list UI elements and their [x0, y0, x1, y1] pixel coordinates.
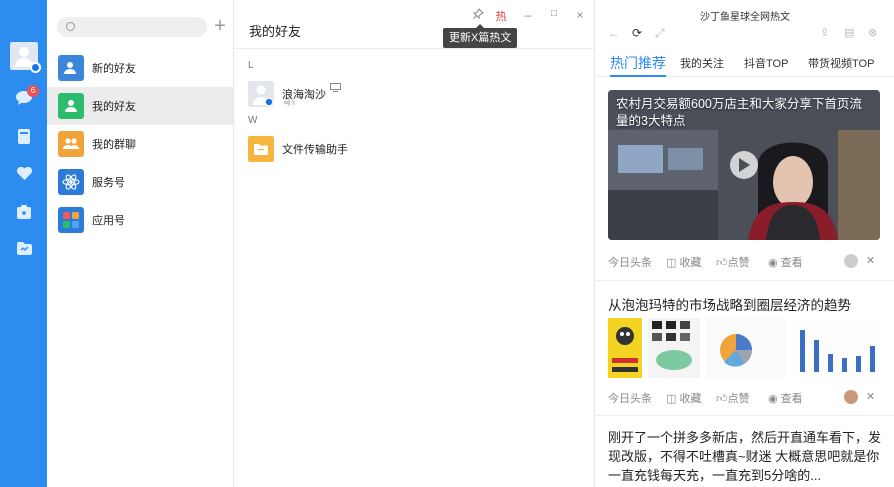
nav-item-label: 服务号	[92, 177, 125, 189]
speaker-icon	[284, 96, 296, 110]
add-contact-button[interactable]: +	[211, 13, 229, 39]
thumbs-up-icon: 👍︎	[716, 257, 728, 269]
expand-icon[interactable]: ⤢	[655, 26, 665, 41]
search-input[interactable]	[57, 17, 207, 37]
article-thumbnails	[608, 318, 880, 378]
page-title: 我的好友	[249, 24, 302, 39]
tab-douyin-top[interactable]: 抖音TOP	[744, 55, 788, 71]
dismiss-icon[interactable]: ✕	[866, 254, 875, 267]
tab-hot[interactable]: 热门推荐	[610, 53, 666, 77]
like-button[interactable]: 👍︎点赞	[716, 390, 750, 406]
eye-icon: ◉	[768, 257, 778, 269]
article-card[interactable]: 农村月交易额600万店主和大家分享下首页流量的3大特点	[608, 90, 880, 240]
close-button[interactable]: ×	[572, 8, 588, 22]
back-icon[interactable]: ←	[608, 26, 620, 40]
article-actions: 今日头条 ◫ 收藏 👍︎点赞 ◉ 查看 ✕	[608, 388, 882, 406]
camera-icon: ◫	[666, 393, 677, 405]
tooltip: 更新X篇热文	[443, 24, 518, 48]
group-icon	[58, 131, 84, 157]
close-circle-icon[interactable]: ⊗	[868, 26, 877, 39]
author-avatar	[844, 390, 858, 404]
news-tabs: 热门推荐 我的关注 抖音TOP 带货视频TOP	[596, 53, 894, 77]
nav-item-app-accounts[interactable]: 应用号	[47, 201, 233, 239]
article-headline: 农村月交易额600万店主和大家分享下首页流量的3大特点	[616, 97, 862, 128]
collect-button[interactable]: ◫ 收藏	[666, 390, 701, 406]
maximize-button[interactable]: □	[546, 8, 562, 19]
contacts-book-icon[interactable]	[16, 128, 32, 144]
nav-item-label: 新的好友	[92, 63, 136, 75]
index-letter: W	[248, 115, 258, 126]
user-icon	[58, 93, 84, 119]
contact-name: 文件传输助手	[282, 144, 348, 156]
author-avatar	[844, 254, 858, 268]
tab-video-top[interactable]: 带货视频TOP	[808, 55, 874, 71]
nav-item-label: 我的好友	[92, 101, 136, 113]
search-icon	[66, 22, 75, 31]
nav-item-my-groups[interactable]: 我的群聊	[47, 125, 233, 163]
divider	[596, 280, 894, 281]
apps-grid-icon	[58, 207, 84, 233]
browser-icon	[30, 62, 41, 73]
camera-icon: ◫	[666, 257, 677, 269]
nav-item-new-friends[interactable]: 新的好友	[47, 49, 233, 87]
news-panel: 沙丁鱼星球全网热文 ← ⟳ ⤢ ⇪ ▤ ⊗ 热门推荐 我的关注 抖音TOP 带货…	[596, 0, 894, 487]
user-avatar[interactable]	[10, 42, 41, 73]
unread-badge: 6	[27, 85, 39, 97]
monitor-icon	[330, 81, 341, 95]
eye-icon: ◉	[768, 393, 778, 405]
article-source: 今日头条	[608, 393, 652, 405]
share-icon[interactable]: ⇪	[820, 26, 829, 39]
contact-row[interactable]: 文件传输助手	[248, 135, 348, 163]
view-button[interactable]: ◉ 查看	[768, 390, 803, 406]
minimize-button[interactable]: –	[520, 8, 536, 22]
contact-avatar	[248, 81, 274, 107]
article-actions: 今日头条 ◫ 收藏 👍︎点赞 ◉ 查看 ✕	[608, 252, 882, 270]
left-rail: 6	[0, 0, 47, 487]
nav-item-label: 我的群聊	[92, 139, 136, 151]
nav-item-label: 应用号	[92, 215, 125, 227]
nav-item-service-accounts[interactable]: 服务号	[47, 163, 233, 201]
divider	[234, 48, 595, 49]
refresh-icon[interactable]: ⟳	[632, 26, 642, 40]
thumbs-up-icon: 👍︎	[716, 393, 728, 405]
nav-item-my-friends[interactable]: 我的好友	[47, 87, 233, 125]
hot-articles-button[interactable]: 热	[493, 8, 509, 24]
friends-panel: 我的好友 热 – □ × 更新X篇热文 L 浪海淘沙 W 文件传输助手	[234, 0, 595, 487]
article-headline[interactable]: 从泡泡玛特的市场战略到圈层经济的趋势	[608, 294, 851, 314]
atom-icon	[58, 169, 84, 195]
like-button[interactable]: 👍︎点赞	[716, 254, 750, 270]
panel-title: 沙丁鱼星球全网热文	[700, 12, 790, 23]
collect-button[interactable]: ◫ 收藏	[666, 254, 701, 270]
divider	[596, 415, 894, 416]
message-icon[interactable]: ▤	[844, 26, 854, 39]
index-letter: L	[248, 60, 254, 71]
favorite-icon[interactable]	[16, 165, 32, 181]
dismiss-icon[interactable]: ✕	[866, 390, 875, 403]
pin-icon[interactable]	[470, 8, 486, 22]
app-box-icon[interactable]	[16, 204, 32, 220]
folder-icon[interactable]	[16, 240, 32, 256]
article-text[interactable]: 刚开了一个拼多多新店，然后开直通车看下，发现改版，不得不吐槽真~财迷 大概意思吧…	[608, 428, 884, 485]
contacts-nav: + 新的好友 我的好友 我的群聊 服务号 应用号	[47, 0, 234, 487]
view-button[interactable]: ◉ 查看	[768, 254, 803, 270]
article-source: 今日头条	[608, 257, 652, 269]
tab-following[interactable]: 我的关注	[680, 55, 724, 71]
user-add-icon	[58, 55, 84, 81]
folder-icon	[248, 136, 274, 162]
